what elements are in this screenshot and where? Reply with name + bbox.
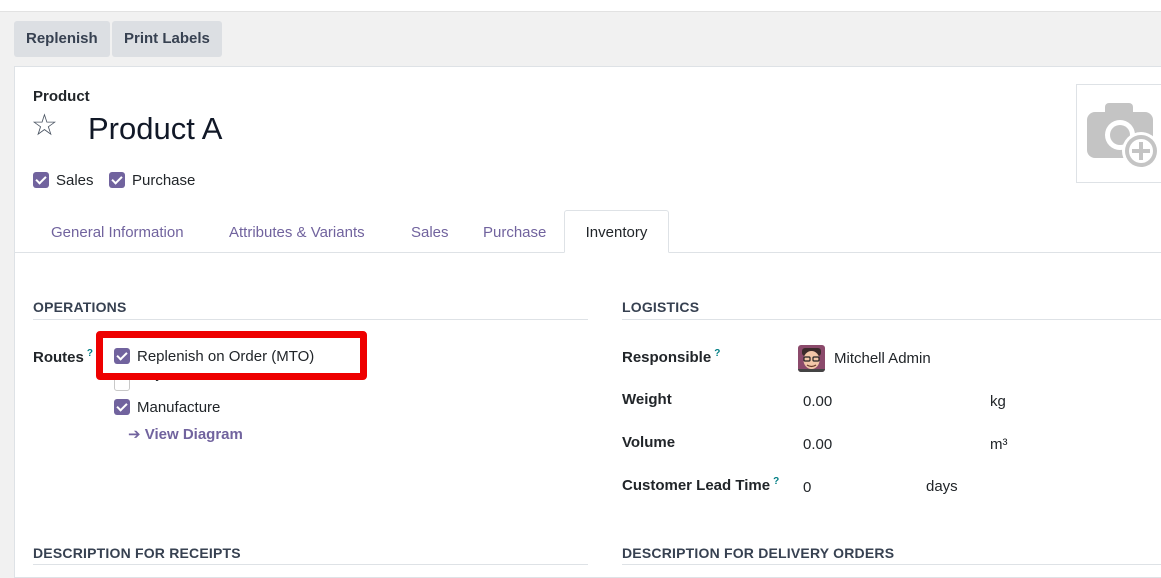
product-name[interactable]: Product A <box>88 111 222 147</box>
customer-lead-time-input[interactable]: 0 <box>803 479 811 496</box>
delivery-divider <box>622 564 1161 565</box>
route-mto-label: Replenish on Order (MTO) <box>137 348 315 365</box>
logistics-divider <box>622 319 1161 320</box>
tab-inventory[interactable]: Inventory <box>564 210 669 253</box>
purchase-checkbox[interactable] <box>109 172 125 188</box>
product-caption: Product <box>33 88 90 105</box>
operations-section-title: OPERATIONS <box>33 299 127 315</box>
sales-checkbox-label: Sales <box>56 172 94 189</box>
camera-plus-icon <box>1087 103 1160 170</box>
routes-label: Routes? <box>33 348 93 366</box>
volume-label: Volume <box>622 434 676 451</box>
customer-lead-time-unit: days <box>926 478 958 495</box>
description-receipts-title: DESCRIPTION FOR RECEIPTS <box>33 545 241 561</box>
volume-input[interactable]: 0.00 <box>803 436 832 453</box>
tab-purchase[interactable]: Purchase <box>483 224 546 241</box>
user-avatar-icon <box>798 345 825 372</box>
weight-label: Weight <box>622 391 672 408</box>
route-manufacture-checkbox[interactable] <box>114 399 130 415</box>
weight-input[interactable]: 0.00 <box>803 393 832 410</box>
route-mto-checkbox[interactable] <box>114 348 130 364</box>
help-icon[interactable]: ? <box>87 348 93 359</box>
product-form-sheet: Product ☆ Product A Sales Purchase Gener… <box>14 66 1161 578</box>
tab-general-information[interactable]: General Information <box>51 224 184 241</box>
customer-lead-time-label: Customer Lead Time? <box>622 476 780 494</box>
print-labels-button[interactable]: Print Labels <box>112 21 222 57</box>
arrow-right-icon: ➔ <box>128 426 141 443</box>
product-image-placeholder[interactable] <box>1076 84 1161 183</box>
operations-divider <box>33 319 588 320</box>
responsible-value[interactable]: Mitchell Admin <box>834 350 931 367</box>
route-manufacture-label: Manufacture <box>137 399 221 416</box>
purchase-checkbox-label: Purchase <box>132 172 196 189</box>
help-icon[interactable]: ? <box>773 476 779 487</box>
help-icon[interactable]: ? <box>714 348 720 359</box>
logistics-section-title: LOGISTICS <box>622 299 700 315</box>
sales-checkbox[interactable] <box>33 172 49 188</box>
volume-unit: m³ <box>990 436 1008 453</box>
top-bar <box>0 0 1161 12</box>
tab-attributes-variants[interactable]: Attributes & Variants <box>229 224 365 241</box>
tab-sales[interactable]: Sales <box>411 224 449 241</box>
responsible-label: Responsible? <box>622 348 721 366</box>
star-outline-icon[interactable]: ☆ <box>31 111 58 141</box>
description-delivery-title: DESCRIPTION FOR DELIVERY ORDERS <box>622 545 895 561</box>
replenish-button[interactable]: Replenish <box>14 21 110 57</box>
weight-unit: kg <box>990 393 1006 410</box>
receipts-divider <box>33 564 588 565</box>
view-diagram-link[interactable]: ➔ View Diagram <box>128 425 243 443</box>
